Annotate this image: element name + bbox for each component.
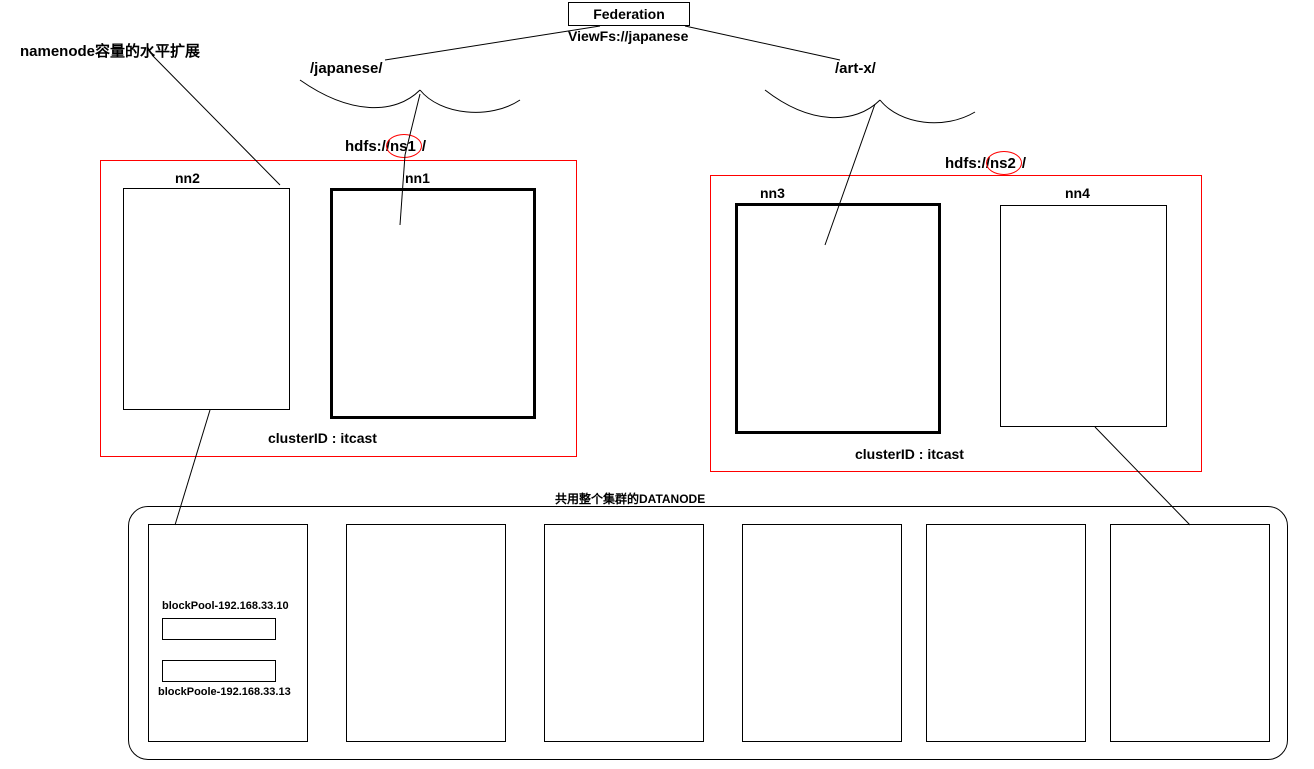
namenode-expand-note: namenode容量的水平扩展 (20, 40, 200, 61)
nn3-label: nn3 (760, 185, 785, 201)
datanode-3 (544, 524, 704, 742)
nn1-label: nn1 (405, 170, 430, 186)
blockpool1-box (162, 618, 276, 640)
blockpool1-label: blockPool-192.168.33.10 (162, 600, 289, 612)
nn4-box (1000, 205, 1167, 427)
hdfs-suffix: / (422, 138, 426, 155)
blockpool2-label: blockPoole-192.168.33.13 (158, 686, 291, 698)
nn4-label: nn4 (1065, 185, 1090, 201)
datanode-6 (1110, 524, 1270, 742)
hdfs-suffix-2: / (1022, 155, 1026, 172)
datanode-caption: 共用整个集群的DATANODE (555, 490, 705, 507)
clusterid-left: clusterID : itcast (268, 430, 377, 446)
hdfs-prefix: hdfs:// (345, 138, 390, 155)
federation-box: Federation (568, 2, 690, 26)
mount-artx: /art-x/ (835, 60, 876, 77)
hdfs-prefix-2: hdfs:// (945, 155, 990, 172)
nn1-box (330, 188, 536, 419)
clusterid-right: clusterID : itcast (855, 446, 964, 462)
hdfs-ns2-label: hdfs://ns2/ (945, 155, 1026, 172)
datanode-4 (742, 524, 902, 742)
blockpool2-box (162, 660, 276, 682)
hdfs-ns1-label: hdfs://ns1/ (345, 138, 426, 155)
viewfs-label: ViewFs://japanese (568, 28, 688, 44)
mount-japanese: /japanese/ (310, 60, 383, 77)
diagram-canvas: Federation ViewFs://japanese namenode容量的… (0, 0, 1314, 769)
ns1-circle (386, 134, 422, 158)
ns2-circle (986, 151, 1022, 175)
nn3-box (735, 203, 941, 434)
datanode-2 (346, 524, 506, 742)
nn2-box (123, 188, 290, 410)
nn2-label: nn2 (175, 170, 200, 186)
datanode-5 (926, 524, 1086, 742)
